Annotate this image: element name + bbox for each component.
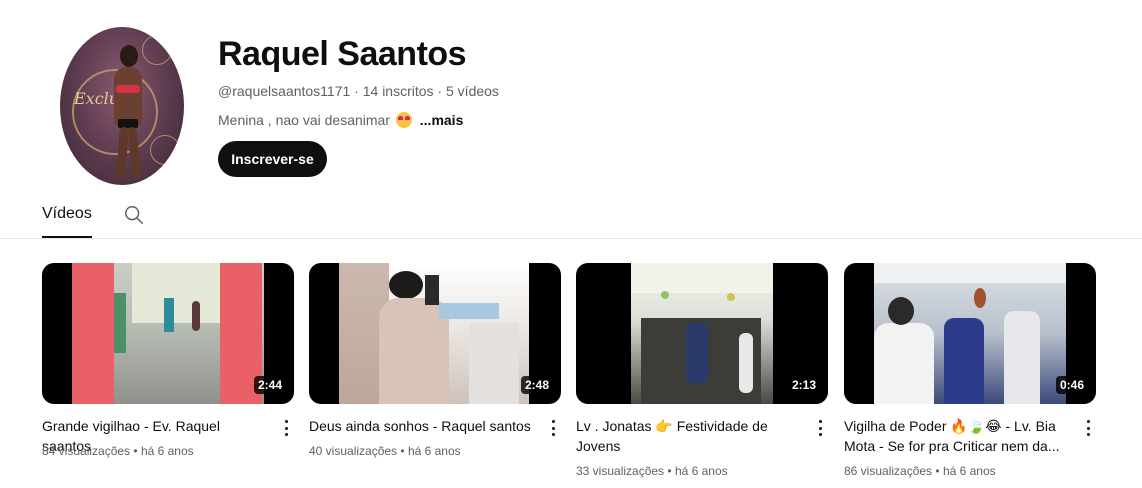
thumbnail-scene-detail: [389, 271, 423, 299]
video-title[interactable]: Deus ainda sonhos - Raquel santos: [309, 416, 533, 436]
thumbnail-scene-detail: [739, 333, 753, 393]
channel-handle: @raquelsaantos1171: [218, 83, 351, 99]
video-card[interactable]: 2:13 Lv . Jonatas 👉 Festividade de Joven…: [576, 263, 828, 478]
video-duration: 0:46: [1055, 376, 1088, 394]
thumbnail-scene-detail: [132, 263, 222, 323]
thumbnail-scene-detail: [686, 323, 708, 383]
thumbnail-pink-bar: [72, 263, 114, 404]
avatar-figure-top: [116, 85, 140, 93]
video-duration: 2:44: [253, 376, 286, 394]
more-actions-icon[interactable]: [1080, 419, 1096, 437]
subscribe-button[interactable]: Inscrever-se: [218, 141, 327, 177]
view-count: 84 visualizações: [42, 444, 131, 458]
video-age: há 6 anos: [674, 464, 728, 478]
video-thumbnail[interactable]: 2:48: [309, 263, 561, 404]
thumbnail-scene-detail: [944, 318, 984, 404]
more-actions-icon[interactable]: [812, 419, 828, 437]
view-count: 86 visualizações: [844, 464, 933, 478]
avatar-decor-ring: [142, 35, 172, 65]
description-text: Menina , nao vai desanimar: [218, 112, 390, 128]
video-card[interactable]: 0:46 Vigilha de Poder 🔥🍃😂 - Lv. Bia Mota…: [844, 263, 1096, 478]
star-struck-emoji-icon: [395, 112, 412, 128]
video-thumbnail[interactable]: 2:44: [42, 263, 294, 404]
channel-tabs: Vídeos: [0, 196, 1142, 239]
meta-separator: ·: [433, 83, 446, 99]
thumbnail-scene-detail: [112, 293, 126, 353]
thumbnail-scene-detail: [631, 263, 773, 293]
avatar-decor-ring: [150, 135, 180, 165]
video-title[interactable]: Lv . Jonatas 👉 Festividade de Jovens: [576, 416, 800, 456]
more-actions-icon[interactable]: [278, 419, 294, 437]
search-icon[interactable]: [123, 204, 145, 226]
channel-name: Raquel Saantos: [218, 35, 467, 73]
thumbnail-scene: [339, 263, 529, 404]
view-count: 33 visualizações: [576, 464, 665, 478]
video-duration: 2:48: [520, 376, 553, 394]
video-stats: 84 visualizações • há 6 anos: [42, 444, 194, 458]
more-link[interactable]: ...mais: [420, 112, 464, 128]
thumbnail-scene-detail: [1004, 311, 1040, 404]
thumbnail-scene-detail: [425, 275, 439, 305]
avatar-figure-body: [114, 67, 142, 127]
video-card[interactable]: 2:44 Grande vigilhao - Ev. Raquel saanto…: [42, 263, 294, 458]
video-thumbnail[interactable]: 0:46: [844, 263, 1096, 404]
avatar-figure: [120, 45, 138, 67]
thumbnail-scene-detail: [874, 263, 1066, 283]
video-thumbnail[interactable]: 2:13: [576, 263, 828, 404]
thumbnail-scene-detail: [661, 291, 669, 299]
thumbnail-scene-detail: [439, 303, 499, 319]
video-count: 5 vídeos: [446, 83, 499, 99]
more-actions-icon[interactable]: [545, 419, 561, 437]
channel-description[interactable]: Menina , nao vai desanimar ...mais: [218, 111, 463, 129]
video-title[interactable]: Vigilha de Poder 🔥🍃😂 - Lv. Bia Mota - Se…: [844, 416, 1068, 456]
thumbnail-scene-detail: [469, 323, 519, 404]
thumbnail-scene-detail: [888, 297, 914, 325]
channel-meta: @raquelsaantos1171 · 14 inscritos · 5 ví…: [218, 82, 499, 100]
video-stats: 86 visualizações • há 6 anos: [844, 464, 996, 478]
avatar-logo-text: Exclu: [74, 89, 120, 108]
view-count: 40 visualizações: [309, 444, 398, 458]
channel-avatar: Exclu: [60, 27, 184, 185]
video-duration: 2:13: [787, 376, 820, 394]
thumbnail-scene-detail: [727, 293, 735, 301]
video-card[interactable]: 2:48 Deus ainda sonhos - Raquel santos 4…: [309, 263, 561, 458]
meta-separator: ·: [350, 83, 363, 99]
video-age: há 6 anos: [942, 464, 996, 478]
thumbnail-scene-detail: [974, 288, 986, 308]
video-stats: 40 visualizações • há 6 anos: [309, 444, 461, 458]
subscriber-count: 14 inscritos: [362, 83, 434, 99]
video-stats: 33 visualizações • há 6 anos: [576, 464, 728, 478]
thumbnail-scene-detail: [192, 301, 200, 331]
thumbnail-scene-detail: [874, 323, 934, 404]
thumbnail-scene: [631, 263, 773, 404]
thumbnail-scene-detail: [164, 298, 174, 332]
video-age: há 6 anos: [140, 444, 194, 458]
tab-videos[interactable]: Vídeos: [42, 196, 92, 238]
thumbnail-scene: [874, 263, 1066, 404]
video-age: há 6 anos: [407, 444, 461, 458]
